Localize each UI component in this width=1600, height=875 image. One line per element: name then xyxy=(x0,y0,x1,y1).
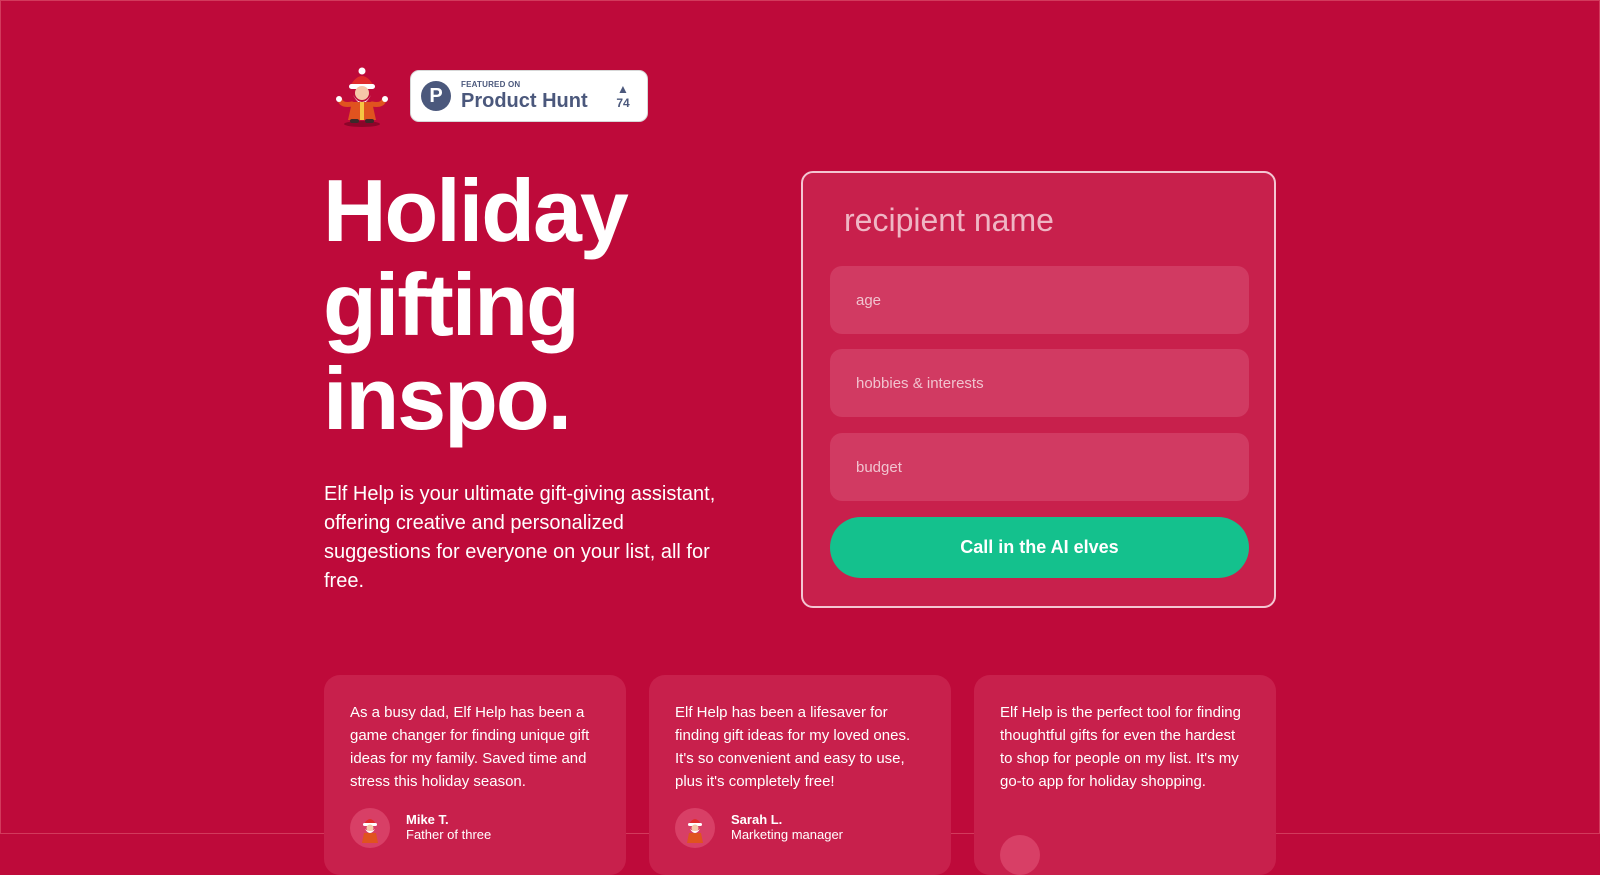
hobbies-input[interactable] xyxy=(830,349,1249,417)
age-input[interactable] xyxy=(830,266,1249,334)
submit-button[interactable]: Call in the AI elves xyxy=(830,517,1249,578)
santa-avatar-icon xyxy=(1000,835,1040,875)
product-hunt-featured-label: FEATURED ON xyxy=(461,80,521,89)
testimonial-author: Sarah L. Marketing manager xyxy=(675,808,843,848)
testimonial-quote: Elf Help is the perfect tool for finding… xyxy=(1000,704,1241,790)
testimonials: As a busy dad, Elf Help has been a game … xyxy=(324,675,1276,875)
product-hunt-text: FEATURED ON Product Hunt xyxy=(461,80,605,112)
vote-count: 74 xyxy=(616,96,630,110)
author-role: Father of three xyxy=(406,827,492,842)
hero-title-line: Holiday xyxy=(323,161,629,260)
hero-title-line: gifting xyxy=(323,255,580,354)
budget-input[interactable] xyxy=(830,433,1249,501)
hero-title: Holiday gifting inspo. xyxy=(323,164,743,446)
header: P FEATURED ON Product Hunt ▲ 74 xyxy=(330,64,648,128)
gift-form: Call in the AI elves xyxy=(801,171,1276,608)
testimonial-author xyxy=(1000,835,1056,875)
author-info: Sarah L. Marketing manager xyxy=(731,808,843,842)
santa-logo-icon[interactable] xyxy=(330,64,394,128)
testimonial-card: As a busy dad, Elf Help has been a game … xyxy=(324,675,626,875)
author-role: Marketing manager xyxy=(731,827,843,842)
testimonial-author: Mike T. Father of three xyxy=(350,808,491,848)
author-name: Sarah L. xyxy=(731,812,783,827)
hero-description: Elf Help is your ultimate gift-giving as… xyxy=(324,483,716,592)
testimonial-card: Elf Help is the perfect tool for finding… xyxy=(974,675,1276,875)
product-hunt-badge[interactable]: P FEATURED ON Product Hunt ▲ 74 xyxy=(410,70,648,122)
hero-title-line: inspo. xyxy=(323,349,572,448)
product-hunt-icon: P xyxy=(421,81,451,111)
testimonial-quote: As a busy dad, Elf Help has been a game … xyxy=(350,704,590,790)
testimonial-card: Elf Help has been a lifesaver for findin… xyxy=(649,675,951,875)
testimonial-quote: Elf Help has been a lifesaver for findin… xyxy=(675,704,911,790)
santa-avatar-icon xyxy=(350,808,390,848)
author-name: Mike T. xyxy=(406,812,449,827)
upvote-arrow-icon: ▲ xyxy=(617,82,629,96)
author-info: Mike T. Father of three xyxy=(406,808,491,842)
product-hunt-votes: ▲ 74 xyxy=(609,82,637,110)
recipient-name-input[interactable] xyxy=(844,197,1224,243)
santa-avatar-icon xyxy=(675,808,715,848)
product-hunt-name: Product Hunt xyxy=(461,90,588,112)
